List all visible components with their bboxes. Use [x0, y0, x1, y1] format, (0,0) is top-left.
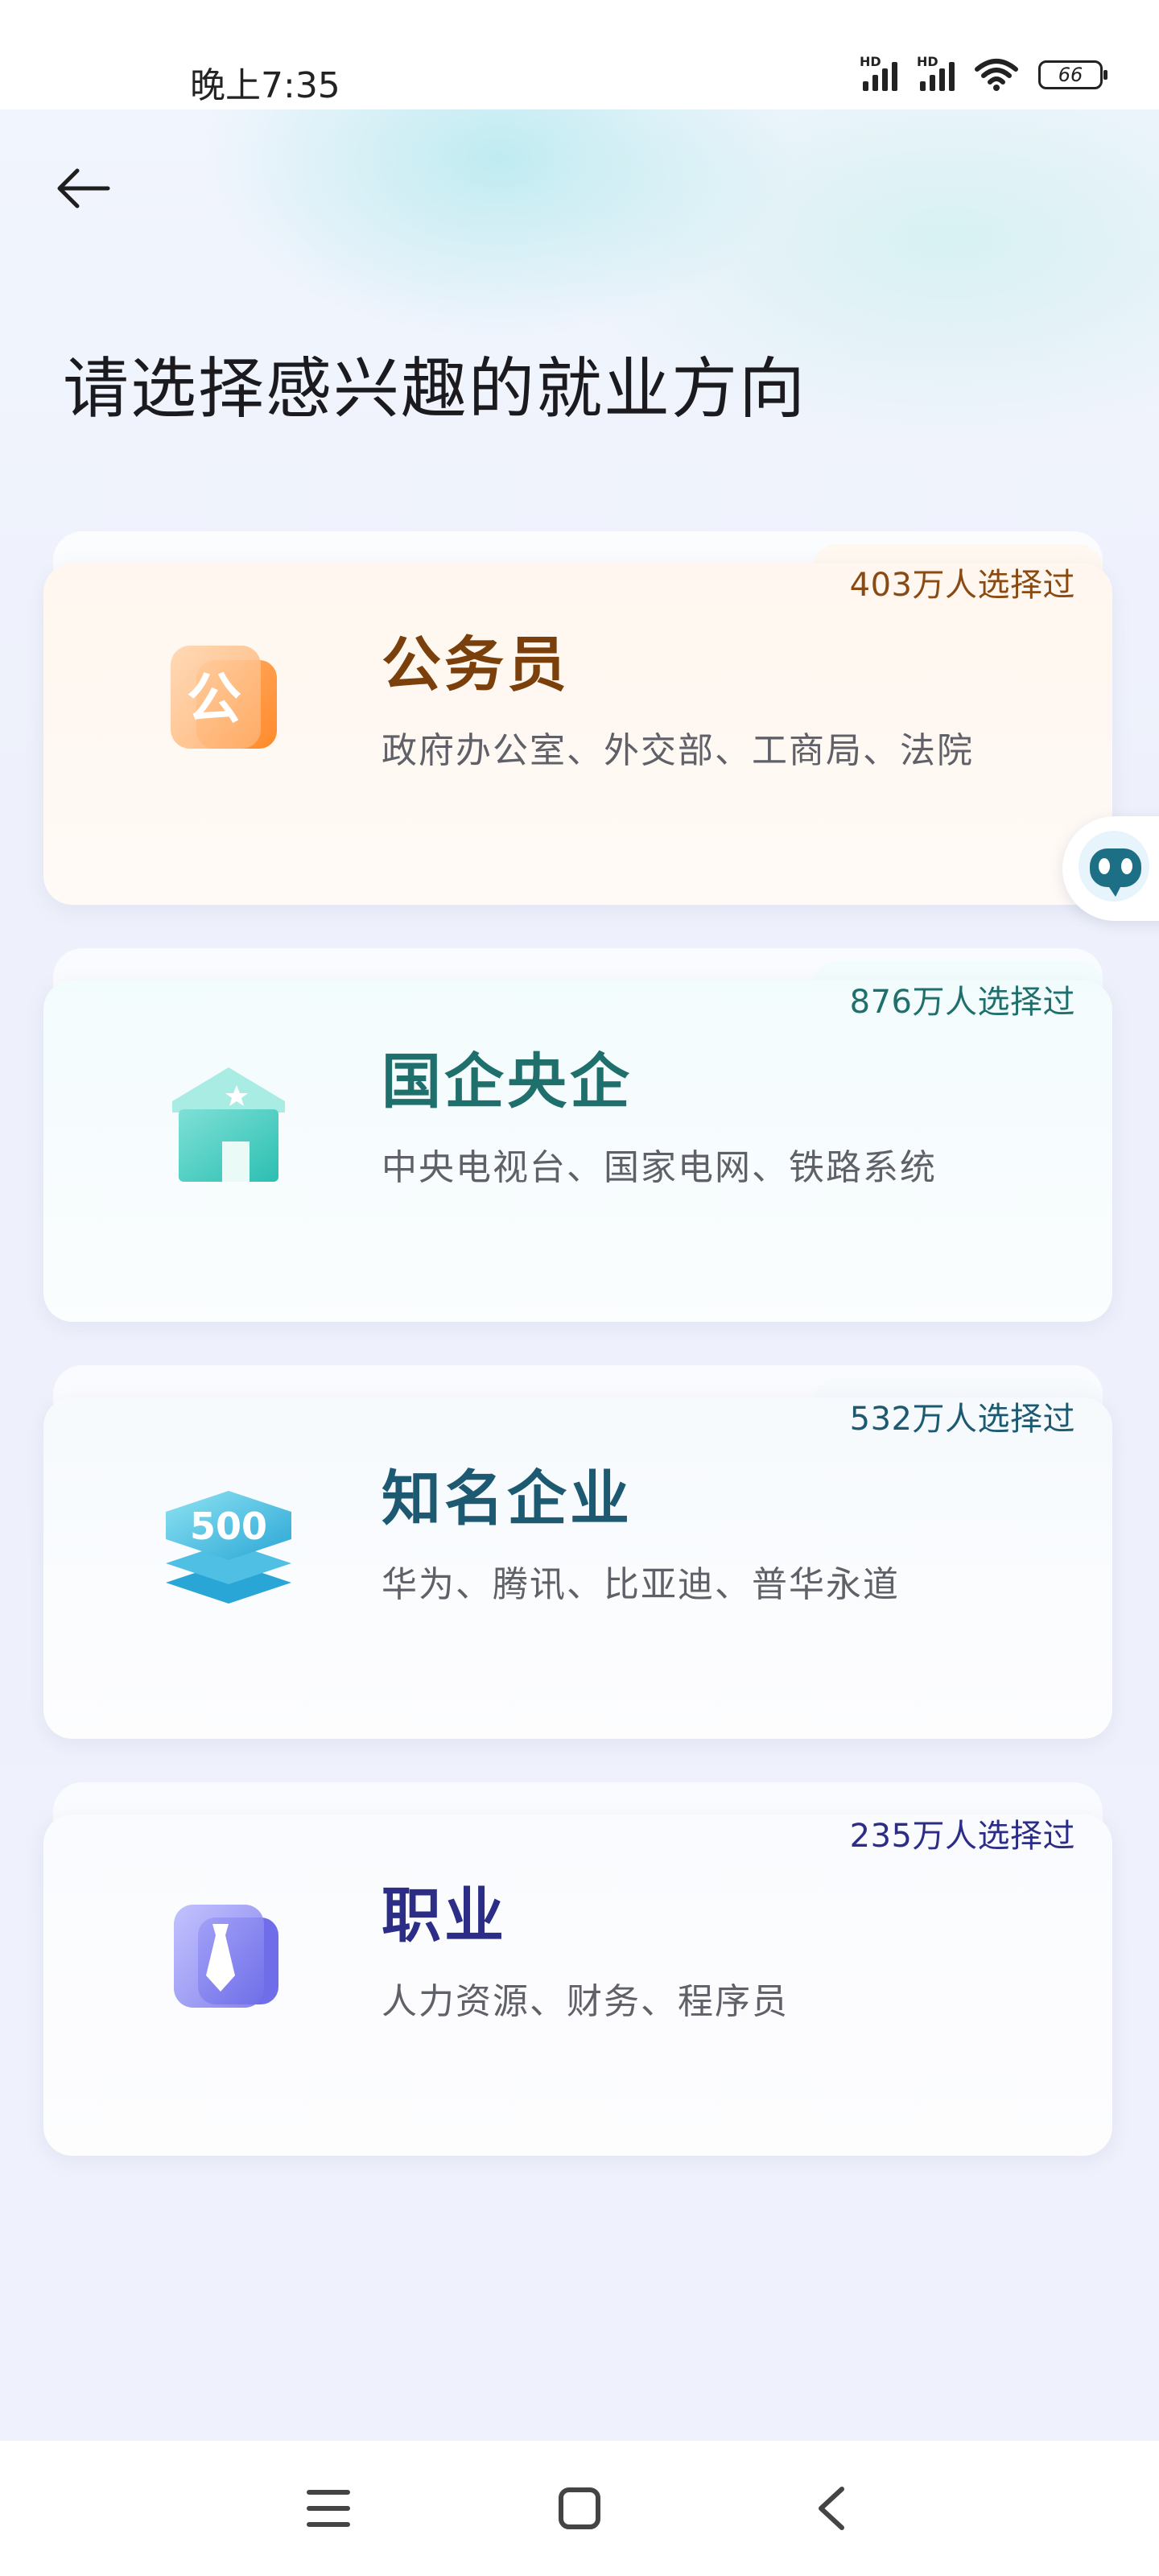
status-bar: 晚上7:35 HD HD 66 [0, 0, 1159, 109]
back-chevron-icon [819, 2487, 844, 2530]
career-card-state-enterprise[interactable]: 876万人选择过 国企央企 中央电视台、国家电网、铁路系统 [43, 948, 1112, 1322]
state-enterprise-building-icon [148, 1045, 309, 1206]
career-card-famous-company[interactable]: 532万人选择过 500 知名企业 华为、腾讯、比亚迪、普华永道 [43, 1365, 1112, 1739]
page-title: 请选择感兴趣的就业方向 [63, 351, 807, 427]
popularity-badge: 532万人选择过 [849, 1401, 1075, 1438]
card-title: 知名企业 [382, 1464, 633, 1534]
home-square-icon [559, 2487, 600, 2529]
home-button[interactable] [547, 2476, 612, 2541]
svg-text:500: 500 [190, 1505, 267, 1548]
profession-tie-icon [148, 1879, 309, 2040]
civil-servant-icon: 公 [148, 628, 309, 789]
back-button[interactable] [48, 155, 116, 222]
signal-2-icon: HD [917, 54, 955, 91]
top500-stack-icon: 500 [148, 1462, 309, 1623]
menu-button[interactable] [296, 2476, 361, 2541]
card-description: 中央电视台、国家电网、铁路系统 [382, 1147, 937, 1188]
system-nav-bar [0, 2441, 1159, 2576]
assistant-button[interactable] [1062, 816, 1159, 921]
menu-icon [307, 2490, 350, 2527]
battery-indicator: 66 [1038, 60, 1107, 89]
card-description: 人力资源、财务、程序员 [382, 1981, 789, 2022]
popularity-badge: 235万人选择过 [849, 1818, 1075, 1855]
svg-text:公: 公 [187, 668, 241, 732]
arrow-left-icon [57, 168, 110, 208]
career-card-civil-servant[interactable]: 403万人选择过 公 公务员 政府办公室、外交部、工商局、法院 [43, 531, 1112, 905]
popularity-badge: 403万人选择过 [849, 567, 1075, 604]
wifi-icon [975, 59, 1018, 91]
card-title: 职业 [382, 1881, 507, 1951]
card-description: 政府办公室、外交部、工商局、法院 [382, 730, 974, 771]
popularity-badge: 876万人选择过 [849, 984, 1075, 1021]
robot-assistant-icon [1079, 831, 1149, 902]
signal-1-icon: HD [860, 54, 897, 91]
card-description: 华为、腾讯、比亚迪、普华永道 [382, 1564, 900, 1605]
card-title: 公务员 [382, 630, 570, 700]
nav-back-button[interactable] [798, 2476, 863, 2541]
card-title: 国企央企 [382, 1047, 633, 1117]
career-card-profession[interactable]: 235万人选择过 职业 人力资源、财务、程序员 [43, 1782, 1112, 2156]
status-icons: HD HD 66 [860, 54, 1107, 92]
status-time: 晚上7:35 [190, 65, 340, 106]
